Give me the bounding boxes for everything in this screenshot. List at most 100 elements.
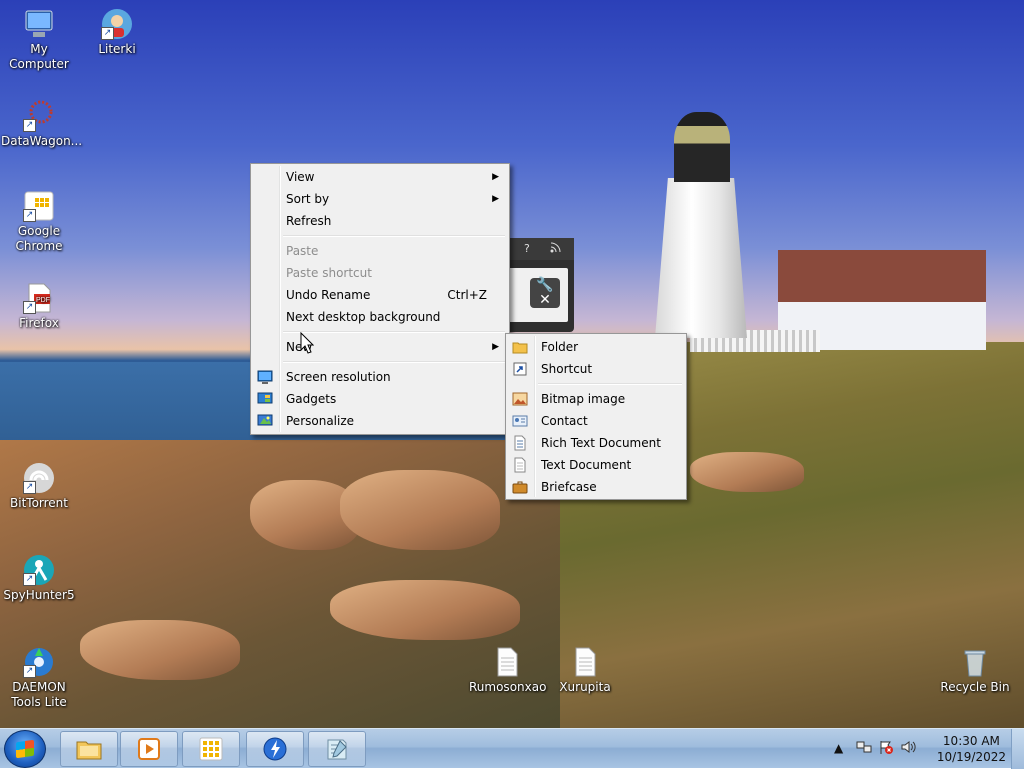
new-submenu: Folder Shortcut Bitmap image Contact Ric… [505, 333, 687, 500]
wallpaper-lighthouse [655, 178, 747, 338]
menu-item-new-folder[interactable]: Folder [508, 336, 684, 358]
clock[interactable]: 10:30 AM 10/19/2022 [937, 733, 1006, 765]
wallpaper-lighthouse-lamp [674, 112, 730, 182]
menu-item-label: Paste shortcut [286, 266, 372, 280]
menu-item-new-text-document[interactable]: Text Document [508, 454, 684, 476]
menu-item-new-contact[interactable]: Contact [508, 410, 684, 432]
datawagon-icon: ↗ [23, 100, 55, 132]
desktop-icon-my-computer[interactable]: My Computer [1, 8, 77, 72]
text-file-icon [569, 646, 601, 678]
menu-item-screen-resolution[interactable]: Screen resolution [253, 366, 507, 388]
menu-item-view[interactable]: View ▶ [253, 166, 507, 188]
literki-icon: ↗ [101, 8, 133, 40]
menu-item-sort-by[interactable]: Sort by ▶ [253, 188, 507, 210]
svg-text:PDF: PDF [36, 297, 50, 304]
desktop-context-menu: View ▶ Sort by ▶ Refresh Paste Paste sho… [250, 163, 510, 435]
desktop-icon-google-chrome[interactable]: ↗ Google Chrome [1, 190, 77, 254]
menu-item-new-rich-text[interactable]: Rich Text Document [508, 432, 684, 454]
desktop-icon-spyhunter[interactable]: ↗ SpyHunter5 [1, 554, 77, 603]
menu-item-shortcut: Ctrl+Z [447, 288, 487, 302]
icon-label: Google Chrome [15, 224, 63, 253]
icon-label: SpyHunter5 [3, 588, 75, 602]
menu-item-new[interactable]: New ▶ [253, 336, 507, 358]
pdf-file-icon: PDF ↗ [23, 282, 55, 314]
start-button[interactable] [4, 730, 46, 768]
bitmap-icon [512, 391, 528, 407]
folder-icon [512, 339, 528, 355]
menu-item-personalize[interactable]: Personalize [253, 410, 507, 432]
menu-separator [283, 235, 505, 237]
desktop-icon-xurupita[interactable]: Xurupita [547, 646, 623, 695]
text-file-icon [491, 646, 523, 678]
desktop-icon-daemon-tools[interactable]: ↗ DAEMON Tools Lite [1, 646, 77, 710]
gadget-window[interactable]: ? 🔧 ✕ [500, 238, 574, 332]
rss-icon[interactable] [550, 241, 562, 256]
menu-item-paste-shortcut: Paste shortcut [253, 262, 507, 284]
notepad-icon [324, 737, 350, 761]
menu-item-new-shortcut[interactable]: Shortcut [508, 358, 684, 380]
action-center-flag-icon[interactable] [878, 739, 894, 758]
icon-label: DAEMON Tools Lite [11, 680, 67, 709]
menu-item-label: Refresh [286, 214, 332, 228]
wrench-close-icon[interactable]: 🔧 ✕ [530, 278, 560, 308]
menu-item-label: View [286, 170, 315, 184]
icon-label: Rumosonxao [469, 680, 547, 694]
gadgets-icon [257, 391, 273, 407]
volume-icon[interactable] [900, 739, 916, 758]
menu-item-label: Briefcase [541, 480, 597, 494]
clock-date: 10/19/2022 [936, 750, 1006, 764]
briefcase-icon [512, 479, 528, 495]
desktop-icon-rumosonxao[interactable]: Rumosonxao [469, 646, 547, 695]
show-hidden-icons-icon[interactable]: ▲ [834, 741, 843, 755]
menu-item-label: Undo Rename [286, 288, 371, 302]
menu-item-new-briefcase[interactable]: Briefcase [508, 476, 684, 498]
personalize-icon [257, 413, 273, 429]
help-icon[interactable]: ? [524, 242, 530, 255]
menu-item-label: Rich Text Document [541, 436, 661, 450]
desktop-icon-literki[interactable]: ↗ Literki [79, 8, 155, 57]
submenu-arrow-icon: ▶ [492, 342, 499, 352]
menu-item-label: Sort by [286, 192, 330, 206]
show-desktop-button[interactable] [1011, 729, 1024, 769]
desktop-icon-recycle-bin[interactable]: Recycle Bin [937, 646, 1013, 695]
chrome-icon: ↗ [23, 190, 55, 222]
desktop-background[interactable]: My Computer ↗ Literki ↗ DataWagon... ↗ G… [0, 0, 1024, 728]
icon-label: Literki [98, 42, 136, 56]
menu-item-new-bitmap[interactable]: Bitmap image [508, 388, 684, 410]
wallpaper-rock [330, 580, 520, 640]
network-icon[interactable] [856, 739, 872, 758]
spyhunter-icon: ↗ [23, 554, 55, 586]
taskbar-media-player[interactable] [120, 731, 178, 767]
menu-item-label: Contact [541, 414, 588, 428]
taskbar-app-grid[interactable] [182, 731, 240, 767]
icon-label: Recycle Bin [940, 680, 1010, 694]
shortcut-icon [512, 361, 528, 377]
menu-separator [283, 361, 505, 363]
menu-item-next-desktop-background[interactable]: Next desktop background [253, 306, 507, 328]
menu-item-label: Bitmap image [541, 392, 626, 406]
menu-item-label: Shortcut [541, 362, 593, 376]
icon-label: DataWagon... [1, 134, 83, 148]
desktop-icon-datawagon[interactable]: ↗ DataWagon... [1, 100, 83, 149]
taskbar-notepad[interactable] [308, 731, 366, 767]
recycle-bin-icon [959, 646, 991, 678]
windows-logo-icon [16, 739, 34, 759]
menu-item-label: Paste [286, 244, 319, 258]
menu-item-undo-rename[interactable]: Undo Rename Ctrl+Z [253, 284, 507, 306]
taskbar-file-explorer[interactable] [60, 731, 118, 767]
screen-resolution-icon [257, 369, 273, 385]
menu-separator [283, 331, 505, 333]
app-grid-icon [198, 737, 224, 761]
menu-item-label: Screen resolution [286, 370, 391, 384]
submenu-arrow-icon: ▶ [492, 172, 499, 182]
menu-item-gadgets[interactable]: Gadgets [253, 388, 507, 410]
clock-time: 10:30 AM [942, 734, 1000, 748]
file-explorer-icon [76, 737, 102, 761]
menu-item-label: Next desktop background [286, 310, 441, 324]
menu-item-refresh[interactable]: Refresh [253, 210, 507, 232]
desktop-icon-bittorrent[interactable]: ↗ BitTorrent [1, 462, 77, 511]
taskbar-dap[interactable] [246, 731, 304, 767]
desktop-icon-firefox[interactable]: PDF ↗ Firefox [1, 282, 77, 331]
icon-label: My Computer [9, 42, 69, 71]
menu-separator [538, 383, 682, 385]
